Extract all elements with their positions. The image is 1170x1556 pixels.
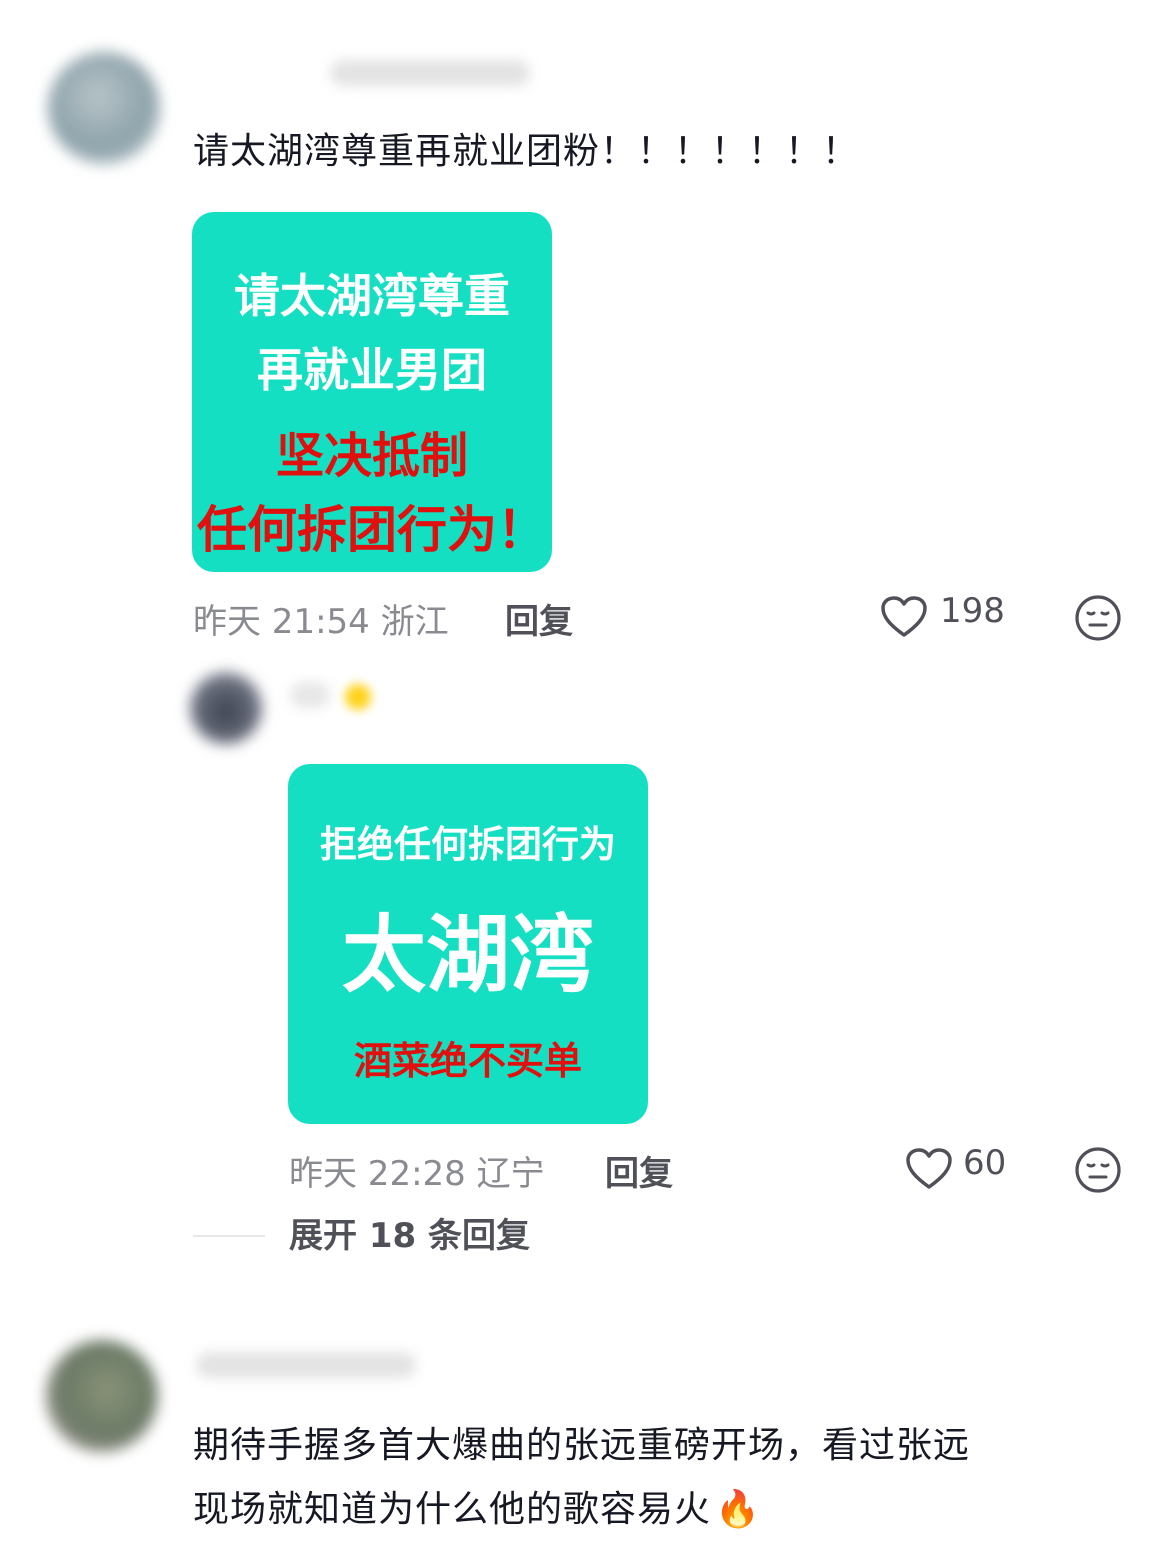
card-line: 坚决抵制: [275, 428, 468, 484]
like-button[interactable]: 198: [880, 591, 1020, 641]
username[interactable]: [290, 682, 330, 708]
avatar[interactable]: [46, 1340, 158, 1452]
card-line: 再就业男团: [257, 343, 487, 397]
reply-button[interactable]: 回复: [605, 1146, 673, 1195]
card-line: 拒绝任何拆团行为: [320, 823, 616, 866]
comment-meta: 昨天 21:54 浙江: [193, 602, 449, 642]
comment-text-line: 现场就知道为什么他的歌容易火: [193, 1489, 712, 1530]
comment-text: 现场就知道为什么他的歌容易火 🔥: [193, 1486, 1153, 1534]
comment-text: 期待手握多首大爆曲的张远重磅开场，看过张远: [193, 1425, 971, 1466]
divider: [193, 1235, 265, 1237]
card-line: 任何拆团行为！: [197, 501, 547, 559]
avatar[interactable]: [190, 672, 262, 744]
like-button[interactable]: 60: [905, 1143, 1025, 1193]
username[interactable]: [330, 60, 530, 86]
reply-button[interactable]: 回复: [505, 594, 573, 643]
like-count: 60: [963, 1143, 1007, 1183]
username-badge: [345, 684, 371, 710]
fire-emoji-icon: 🔥: [715, 1489, 761, 1530]
heart-outline-icon: [881, 596, 927, 637]
comment-image[interactable]: 拒绝任何拆团行为 太湖湾 酒菜绝不买单: [288, 764, 648, 1124]
avatar[interactable]: [48, 52, 160, 164]
like-count: 198: [940, 591, 1005, 631]
comment-meta: 昨天 22:28 辽宁: [289, 1154, 545, 1194]
card-line: 太湖湾: [341, 906, 594, 1004]
card-line: 请太湖湾尊重: [234, 269, 510, 323]
card-line: 酒菜绝不买单: [353, 1039, 582, 1083]
face-neutral-icon[interactable]: [1074, 1146, 1122, 1194]
username[interactable]: [196, 1352, 416, 1378]
comment-text: 请太湖湾尊重再就业团粉！！！！！！！: [193, 131, 860, 172]
face-neutral-icon[interactable]: [1074, 594, 1122, 642]
expand-replies-button[interactable]: 展开 18 条回复: [289, 1208, 530, 1257]
comment-image[interactable]: 请太湖湾尊重 再就业男团 坚决抵制 任何拆团行为！: [192, 212, 552, 572]
heart-outline-icon: [906, 1148, 952, 1189]
